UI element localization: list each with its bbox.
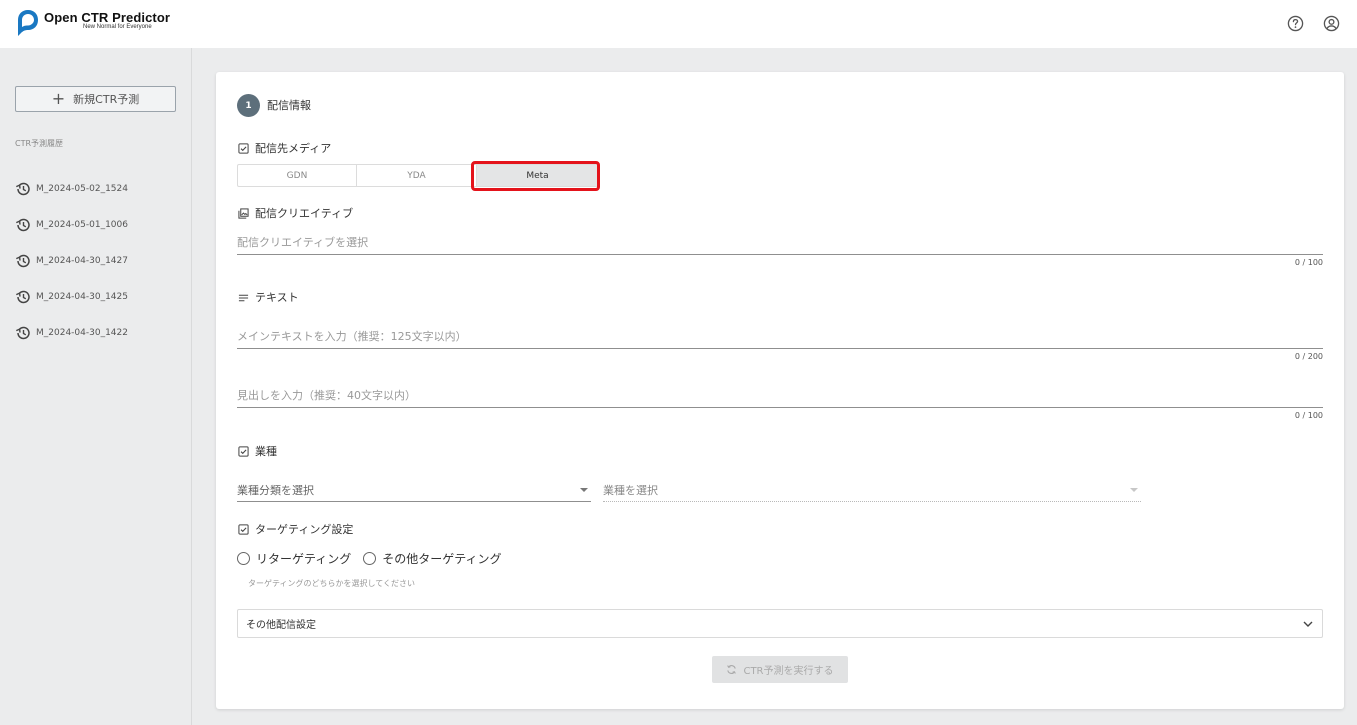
main-text-input[interactable] — [237, 325, 1323, 348]
image-icon — [238, 207, 249, 219]
step-number: 1 — [237, 94, 260, 117]
app-logo-icon — [18, 10, 38, 36]
industry-placeholder: 業種を選択 — [603, 483, 658, 497]
step-title: 配信情報 — [267, 99, 311, 112]
refresh-icon — [727, 665, 737, 674]
other-settings-accordion[interactable]: その他配信設定 — [237, 609, 1323, 638]
checkbox-icon — [238, 445, 249, 457]
creative-label: 配信クリエイティブ — [255, 207, 354, 220]
industry-category-select[interactable]: 業種分類を選択 — [237, 478, 591, 502]
main-text-field[interactable] — [237, 325, 1323, 349]
other-targeting-label: その他ターゲティング — [382, 552, 502, 566]
creative-input[interactable] — [237, 231, 1323, 254]
history-item[interactable]: M_2024-04-30_1427 — [15, 243, 128, 279]
sidebar: + 新規CTR予測 CTR予測履歴 M_2024-05-02_1524 M_20… — [0, 48, 192, 725]
industry-section-label: 業種 — [238, 443, 277, 459]
prediction-form-card: 1 配信情報 配信先メディア GDN YDA Meta 配信クリエイティブ 0 … — [216, 72, 1344, 709]
history-icon — [16, 290, 30, 304]
text-section-label: テキスト — [238, 289, 299, 305]
history-icon — [16, 182, 30, 196]
targeting-label: ターゲティング設定 — [255, 523, 354, 536]
app-header: Open CTR Predictor New Normal for Everyo… — [0, 0, 1357, 48]
retargeting-label: リターゲティング — [256, 552, 352, 566]
checkbox-icon — [238, 142, 249, 154]
help-icon[interactable] — [1287, 15, 1304, 32]
history-item[interactable]: M_2024-05-02_1524 — [15, 171, 128, 207]
history-item[interactable]: M_2024-04-30_1425 — [15, 279, 128, 315]
dropdown-arrow-icon — [580, 487, 588, 492]
headline-input[interactable] — [237, 384, 1323, 407]
creative-section-label: 配信クリエイティブ — [238, 205, 353, 221]
retargeting-radio[interactable]: リターゲティング — [237, 550, 351, 567]
tab-yda[interactable]: YDA — [357, 165, 477, 186]
new-ctr-prediction-label: 新規CTR予測 — [73, 93, 140, 106]
app-title: Open CTR Predictor — [44, 10, 171, 25]
other-settings-label: その他配信設定 — [246, 620, 316, 631]
history-item[interactable]: M_2024-05-01_1006 — [15, 207, 128, 243]
history-item-label: M_2024-04-30_1427 — [36, 256, 128, 266]
history-title: CTR予測履歴 — [15, 139, 64, 148]
dropdown-arrow-icon — [1130, 487, 1138, 492]
radio-circle-icon — [237, 552, 250, 565]
account-icon[interactable] — [1323, 15, 1340, 32]
tab-meta[interactable]: Meta — [477, 165, 598, 186]
history-item-label: M_2024-04-30_1422 — [36, 328, 128, 338]
targeting-hint: ターゲティングのどちらかを選択してください — [248, 579, 416, 588]
industry-category-placeholder: 業種分類を選択 — [237, 483, 314, 497]
chevron-down-icon — [1303, 621, 1313, 627]
targeting-section-label: ターゲティング設定 — [238, 521, 353, 537]
run-ctr-prediction-button[interactable]: CTR予測を実行する — [712, 656, 848, 683]
headline-counter: 0 / 100 — [1294, 411, 1323, 420]
media-section-label: 配信先メディア — [238, 140, 331, 156]
history-icon — [16, 218, 30, 232]
industry-label: 業種 — [255, 445, 277, 458]
industry-select[interactable]: 業種を選択 — [603, 478, 1141, 502]
creative-select-field[interactable] — [237, 231, 1323, 255]
app-subtitle: New Normal for Everyone — [83, 24, 152, 30]
radio-circle-icon — [363, 552, 377, 565]
history-item-label: M_2024-05-02_1524 — [36, 184, 128, 194]
tab-gdn[interactable]: GDN — [238, 165, 357, 186]
media-tabs: GDN YDA Meta — [237, 164, 599, 187]
plus-icon: + — [51, 89, 66, 108]
text-label: テキスト — [255, 291, 299, 304]
history-icon — [16, 254, 30, 268]
media-label: 配信先メディア — [255, 142, 332, 155]
run-button-label: CTR予測を実行する — [743, 666, 834, 677]
history-item-label: M_2024-05-01_1006 — [36, 220, 128, 230]
other-targeting-radio[interactable]: その他ターゲティング — [363, 550, 502, 567]
history-item[interactable]: M_2024-04-30_1422 — [15, 315, 128, 351]
headline-field[interactable] — [237, 384, 1323, 408]
history-icon — [16, 326, 30, 340]
checkbox-icon — [238, 523, 249, 535]
new-ctr-prediction-button[interactable]: + 新規CTR予測 — [15, 86, 176, 112]
text-lines-icon — [238, 294, 249, 301]
targeting-radio-group: リターゲティング その他ターゲティング — [237, 550, 502, 567]
creative-counter: 0 / 100 — [1294, 258, 1323, 267]
history-list: M_2024-05-02_1524 M_2024-05-01_1006 M_20… — [15, 171, 128, 351]
history-item-label: M_2024-04-30_1425 — [36, 292, 128, 302]
main-text-counter: 0 / 200 — [1294, 352, 1323, 361]
